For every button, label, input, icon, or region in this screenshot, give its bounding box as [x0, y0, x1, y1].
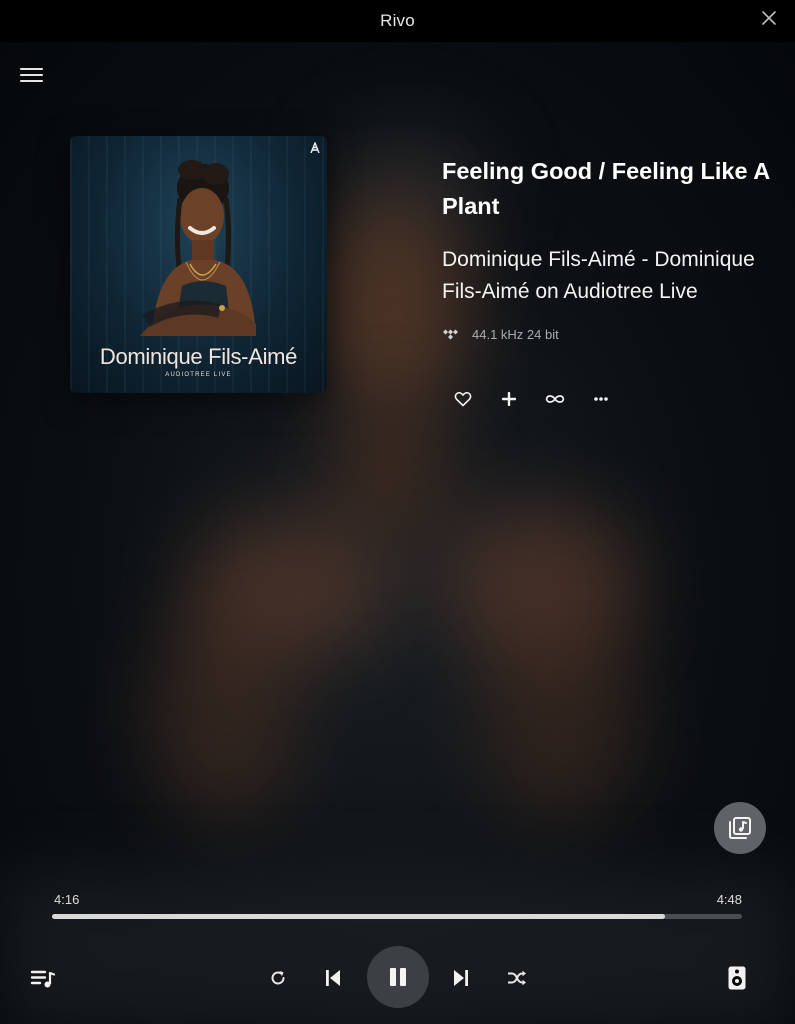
plus-icon: [502, 392, 516, 406]
shuffle-icon: [508, 970, 526, 986]
play-pause-button[interactable]: [367, 946, 429, 1008]
progress-bar[interactable]: [52, 914, 742, 919]
skip-next-icon: [454, 970, 468, 986]
music-library-icon: [729, 817, 751, 839]
output-device-button[interactable]: [723, 963, 751, 993]
track-title: Feeling Good / Feeling Like A Plant: [442, 158, 770, 219]
menu-button[interactable]: [20, 64, 46, 88]
track-actions: [452, 388, 612, 410]
album-art-subtitle: AUDIOTREE LIVE: [165, 372, 232, 378]
track-artist-album: Dominique Fils-Aimé - Dominique Fils-Aim…: [442, 248, 755, 303]
title-bar: Rivo: [0, 0, 795, 42]
album-art-artist-name: Dominique Fils-Aimé: [99, 344, 298, 369]
tidal-icon: [443, 329, 458, 340]
audio-quality: 44.1 kHz 24 bit: [442, 325, 782, 343]
window-title: Rivo: [380, 11, 415, 30]
audio-quality-text: 44.1 kHz 24 bit: [472, 326, 559, 342]
previous-track-button[interactable]: [319, 964, 347, 992]
speaker-icon: [728, 966, 746, 990]
hamburger-icon: [20, 67, 46, 82]
elapsed-time: 4:16: [54, 892, 80, 907]
audiotree-logo-icon: [310, 142, 320, 154]
infinity-icon: [545, 395, 565, 403]
pause-icon: [390, 968, 406, 986]
track-info: Feeling Good / Feeling Like A Plant Domi…: [442, 154, 782, 343]
next-track-button[interactable]: [447, 964, 475, 992]
more-icon: [594, 397, 608, 401]
close-icon: [762, 11, 776, 25]
repeat-icon: [271, 971, 285, 985]
heart-icon: [454, 391, 472, 407]
queue-icon: [30, 970, 56, 988]
add-to-playlist-button[interactable]: [498, 388, 520, 410]
track-radio-button[interactable]: [544, 388, 566, 410]
skip-previous-icon: [326, 970, 340, 986]
shuffle-button[interactable]: [503, 965, 531, 991]
favorite-button[interactable]: [452, 388, 474, 410]
album-portrait: [140, 160, 256, 336]
playback-controls: [0, 946, 795, 1010]
repeat-button[interactable]: [265, 965, 291, 991]
now-playing-view-button[interactable]: [714, 802, 766, 854]
total-time: 4:48: [716, 892, 742, 907]
progress-fill: [52, 914, 666, 919]
more-options-button[interactable]: [590, 388, 612, 410]
close-button[interactable]: [757, 6, 781, 30]
queue-button[interactable]: [28, 964, 58, 994]
album-art: Dominique Fils-Aimé AUDIOTREE LIVE: [70, 136, 327, 393]
